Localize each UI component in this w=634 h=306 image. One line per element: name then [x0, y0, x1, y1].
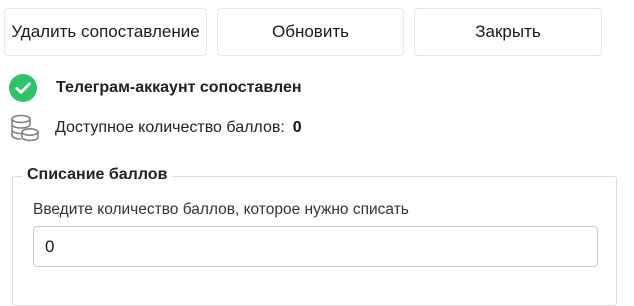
link-status: Телеграм-аккаунт сопоставлен — [9, 74, 302, 102]
points-value: 0 — [292, 119, 302, 136]
status-text: Телеграм-аккаунт сопоставлен — [56, 79, 302, 96]
points-balance: Доступное количество баллов: 0 — [9, 113, 302, 143]
writeoff-amount-input[interactable] — [33, 226, 598, 267]
unlink-button[interactable]: Удалить сопоставление — [4, 8, 207, 56]
points-label: Доступное количество баллов: — [55, 119, 285, 136]
coins-icon — [11, 114, 39, 142]
close-button[interactable]: Закрыть — [414, 8, 602, 56]
refresh-button[interactable]: Обновить — [217, 8, 404, 56]
check-circle-icon — [9, 74, 37, 102]
writeoff-field-label: Введите количество баллов, которое нужно… — [33, 201, 409, 218]
writeoff-title: Списание баллов — [22, 166, 173, 184]
